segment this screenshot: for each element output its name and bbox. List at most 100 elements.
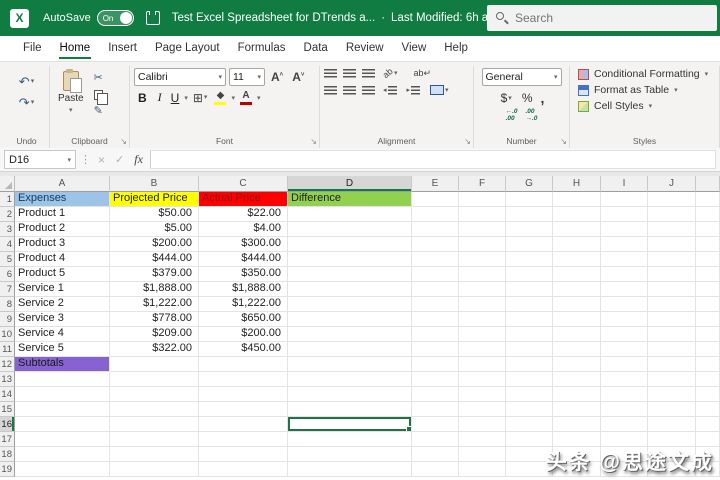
cell-H1[interactable]: [553, 192, 601, 207]
cell-C4[interactable]: $300.00: [199, 237, 288, 252]
cell-D9[interactable]: [288, 312, 412, 327]
cell-A5[interactable]: Product 4: [15, 252, 110, 267]
cell-pad-5[interactable]: [696, 252, 720, 267]
cell-G14[interactable]: [506, 387, 553, 402]
cell-A15[interactable]: [15, 402, 110, 417]
format-as-table-button[interactable]: Format as Table ▾: [578, 84, 715, 96]
wrap-text-button[interactable]: ab↵: [414, 68, 432, 79]
accounting-format-button[interactable]: $▾: [499, 91, 514, 105]
select-all-corner[interactable]: [0, 176, 15, 192]
cell-A1[interactable]: Expenses: [15, 192, 110, 207]
cell-C8[interactable]: $1,222.00: [199, 297, 288, 312]
row-header-15[interactable]: 15: [0, 402, 15, 417]
cell-H2[interactable]: [553, 207, 601, 222]
cell-D12[interactable]: [288, 357, 412, 372]
cell-F5[interactable]: [459, 252, 506, 267]
row-header-6[interactable]: 6: [0, 267, 15, 282]
formula-input[interactable]: [150, 150, 716, 169]
cell-D3[interactable]: [288, 222, 412, 237]
cell-E10[interactable]: [412, 327, 459, 342]
cell-I5[interactable]: [601, 252, 648, 267]
cell-C9[interactable]: $650.00: [199, 312, 288, 327]
cell-E13[interactable]: [412, 372, 459, 387]
cell-B3[interactable]: $5.00: [110, 222, 199, 237]
cell-G1[interactable]: [506, 192, 553, 207]
column-header-C[interactable]: C: [199, 176, 288, 192]
cell-J5[interactable]: [648, 252, 696, 267]
cell-C18[interactable]: [199, 447, 288, 462]
column-header-J[interactable]: J: [648, 176, 696, 192]
cell-J16[interactable]: [648, 417, 696, 432]
row-header-2[interactable]: 2: [0, 207, 15, 222]
column-header-G[interactable]: G: [506, 176, 553, 192]
cell-F6[interactable]: [459, 267, 506, 282]
cell-A4[interactable]: Product 3: [15, 237, 110, 252]
cell-J7[interactable]: [648, 282, 696, 297]
cell-pad-12[interactable]: [696, 357, 720, 372]
increase-decimal-button[interactable]: ←.0.00: [506, 109, 518, 122]
column-header-I[interactable]: I: [601, 176, 648, 192]
cell-D6[interactable]: [288, 267, 412, 282]
cell-F18[interactable]: [459, 447, 506, 462]
cell-pad-15[interactable]: [696, 402, 720, 417]
cell-D17[interactable]: [288, 432, 412, 447]
cell-H3[interactable]: [553, 222, 601, 237]
tab-insert[interactable]: Insert: [99, 37, 146, 61]
tab-page-layout[interactable]: Page Layout: [146, 37, 229, 61]
cell-B12[interactable]: [110, 357, 199, 372]
autosave-toggle[interactable]: On: [97, 10, 134, 26]
cell-C12[interactable]: [199, 357, 288, 372]
cell-A18[interactable]: [15, 447, 110, 462]
cell-I3[interactable]: [601, 222, 648, 237]
cell-pad-7[interactable]: [696, 282, 720, 297]
cell-H15[interactable]: [553, 402, 601, 417]
cell-A16[interactable]: [15, 417, 110, 432]
cell-A7[interactable]: Service 1: [15, 282, 110, 297]
cell-B5[interactable]: $444.00: [110, 252, 199, 267]
cell-E8[interactable]: [412, 297, 459, 312]
align-left-icon[interactable]: [324, 86, 337, 95]
cell-E14[interactable]: [412, 387, 459, 402]
cell-A10[interactable]: Service 4: [15, 327, 110, 342]
cell-pad-4[interactable]: [696, 237, 720, 252]
cell-C3[interactable]: $4.00: [199, 222, 288, 237]
cell-B13[interactable]: [110, 372, 199, 387]
conditional-formatting-button[interactable]: Conditional Formatting ▾: [578, 68, 715, 80]
cell-pad-9[interactable]: [696, 312, 720, 327]
align-center-icon[interactable]: [343, 86, 356, 95]
cell-I10[interactable]: [601, 327, 648, 342]
row-header-16[interactable]: 16: [0, 417, 15, 432]
clipboard-dialog-launcher-icon[interactable]: ↘: [120, 138, 127, 146]
cell-D18[interactable]: [288, 447, 412, 462]
merge-center-button[interactable]: ▾: [428, 84, 451, 96]
cell-E6[interactable]: [412, 267, 459, 282]
cell-F2[interactable]: [459, 207, 506, 222]
cell-A11[interactable]: Service 5: [15, 342, 110, 357]
row-header-10[interactable]: 10: [0, 327, 15, 342]
font-size-select[interactable]: 11 ▾: [229, 68, 265, 86]
cell-F12[interactable]: [459, 357, 506, 372]
font-dialog-launcher-icon[interactable]: ↘: [310, 138, 317, 146]
cell-J1[interactable]: [648, 192, 696, 207]
cell-E7[interactable]: [412, 282, 459, 297]
tab-review[interactable]: Review: [337, 37, 393, 61]
cell-A9[interactable]: Service 3: [15, 312, 110, 327]
cell-J9[interactable]: [648, 312, 696, 327]
cell-G11[interactable]: [506, 342, 553, 357]
cell-B6[interactable]: $379.00: [110, 267, 199, 282]
enter-button[interactable]: ✓: [112, 153, 127, 166]
cell-G5[interactable]: [506, 252, 553, 267]
cell-A6[interactable]: Product 5: [15, 267, 110, 282]
cell-A19[interactable]: [15, 462, 110, 477]
cell-C15[interactable]: [199, 402, 288, 417]
cell-H5[interactable]: [553, 252, 601, 267]
cell-G15[interactable]: [506, 402, 553, 417]
cell-pad-11[interactable]: [696, 342, 720, 357]
row-header-14[interactable]: 14: [0, 387, 15, 402]
cell-C19[interactable]: [199, 462, 288, 477]
cell-C10[interactable]: $200.00: [199, 327, 288, 342]
cell-E9[interactable]: [412, 312, 459, 327]
tab-file[interactable]: File: [14, 37, 51, 61]
column-header-F[interactable]: F: [459, 176, 506, 192]
cell-A12[interactable]: Subtotals: [15, 357, 110, 372]
